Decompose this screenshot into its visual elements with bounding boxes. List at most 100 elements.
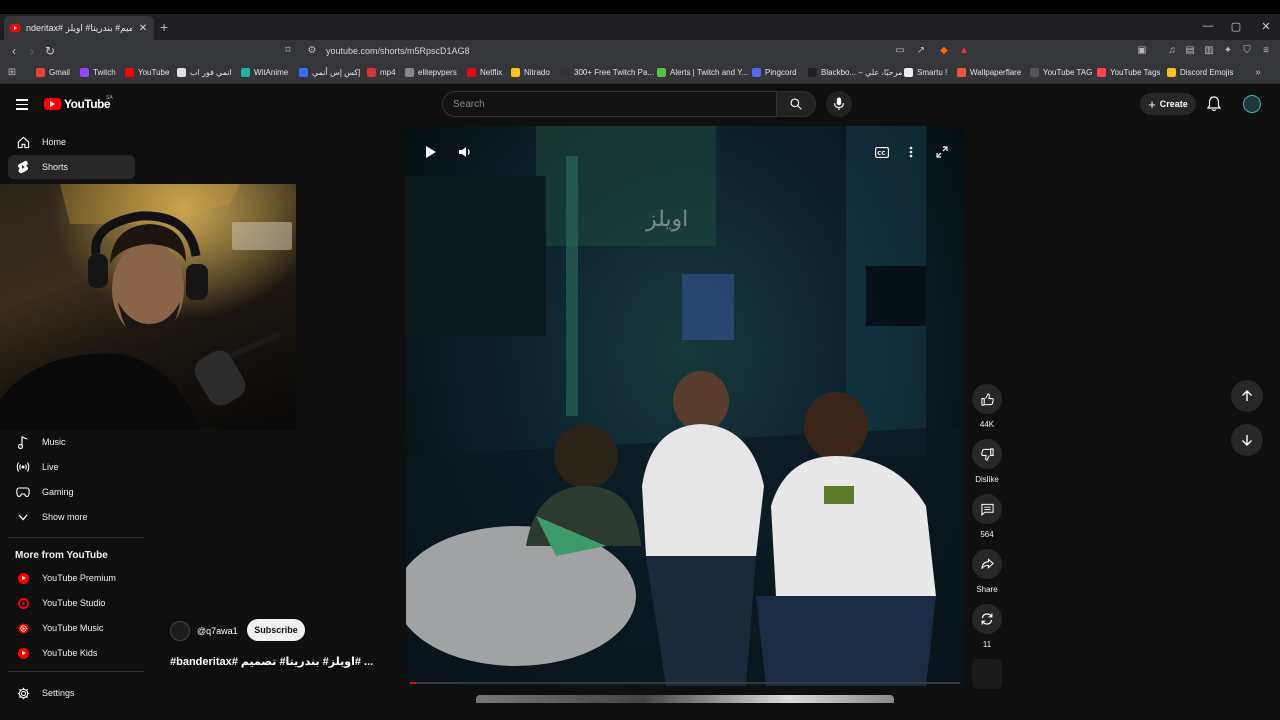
close-window-icon[interactable]: ✕ — [1256, 20, 1276, 33]
bookmark-favicon-icon — [1030, 68, 1039, 77]
maximize-window-icon[interactable]: ▢ — [1226, 20, 1246, 33]
browser-tab[interactable]: nderitax# تصميم# بندريتا# اويلز# ✕ — [4, 16, 154, 40]
bookmark-item[interactable]: 300+ Free Twitch Pa... — [561, 68, 654, 77]
bookmark-item[interactable]: Discord Emojis — [1167, 68, 1233, 77]
fullscreen-button[interactable] — [933, 143, 951, 161]
bookmark-item[interactable]: YouTube TAG — [1030, 68, 1092, 77]
site-info-icon[interactable]: ⚙ — [306, 45, 318, 57]
bookmark-item[interactable]: mp4 — [367, 68, 396, 77]
sidebar-item-music[interactable]: Music — [8, 430, 135, 454]
notifications-bell-icon[interactable] — [1207, 96, 1221, 112]
remix-icon — [981, 613, 993, 625]
leo-ai-icon[interactable]: ✦ — [1222, 45, 1234, 57]
voice-search-button[interactable] — [826, 91, 852, 117]
share-page-icon[interactable]: ↗ — [915, 45, 927, 57]
bookmark-item[interactable]: Twitch — [80, 68, 116, 77]
youtube-logo[interactable]: YouTube — [44, 97, 111, 111]
wallet-icon[interactable]: ▥ — [1203, 45, 1215, 57]
video-progress-bar[interactable] — [410, 682, 960, 684]
vpn-icon[interactable]: ⛉ — [1241, 45, 1253, 57]
account-avatar[interactable] — [1243, 95, 1261, 113]
chevron-down-icon — [16, 510, 30, 524]
search-button[interactable] — [776, 91, 816, 117]
sidebar-item-label: Settings — [42, 688, 75, 698]
reading-list-icon[interactable]: ▤ — [1184, 45, 1196, 57]
reload-icon[interactable]: ↻ — [42, 44, 58, 58]
bookmark-item[interactable]: Gmail — [36, 68, 70, 77]
share-button[interactable] — [972, 549, 1002, 579]
bookmark-item[interactable]: Nitrado — [511, 68, 550, 77]
more-options-button[interactable] — [902, 143, 920, 161]
short-video-player[interactable]: اويلز CC — [406, 126, 964, 686]
back-icon[interactable]: ‹ — [6, 44, 22, 58]
brave-rewards-icon[interactable]: ▲ — [958, 45, 970, 57]
captions-icon: CC — [875, 146, 889, 158]
create-button[interactable]: + Create — [1140, 93, 1196, 115]
close-tab-icon[interactable]: ✕ — [138, 23, 148, 34]
bookmark-item[interactable]: انمي فور اب — [177, 68, 232, 77]
minimize-window-icon[interactable]: — — [1198, 20, 1218, 32]
bookmark-item[interactable]: Wallpaperflare — [957, 68, 1021, 77]
sidebar-divider — [8, 537, 144, 538]
comments-button[interactable] — [972, 494, 1002, 524]
bookmark-item[interactable]: Pingcord — [752, 68, 797, 77]
bookmark-item[interactable]: Smartu ! — [904, 68, 947, 77]
next-short-button[interactable] — [1231, 424, 1263, 456]
arrow-down-icon — [1242, 435, 1252, 446]
dislike-label: Dislike — [975, 475, 999, 484]
bookmark-label: Netflix — [480, 68, 503, 77]
channel-avatar[interactable] — [170, 621, 190, 641]
youtube-studio-icon — [16, 596, 30, 610]
previous-short-button[interactable] — [1231, 380, 1263, 412]
bookmark-item[interactable]: Blackbo... – مرحبًا، علي — [808, 68, 902, 77]
bookmark-label: Blackbo... – مرحبًا، علي — [821, 68, 903, 77]
brave-shield-icon[interactable]: ◆ — [938, 45, 950, 57]
forward-icon[interactable]: › — [24, 44, 40, 58]
bookmark-item[interactable]: YouTube — [125, 68, 169, 77]
volume-button[interactable] — [456, 143, 474, 161]
bookmark-item[interactable]: WitAnime — [241, 68, 288, 77]
bookmark-label: 300+ Free Twitch Pa... — [574, 68, 655, 77]
bookmark-item[interactable]: Alerts | Twitch and Y... — [657, 68, 748, 77]
bookmark-icon[interactable]: ⌑ — [282, 45, 294, 57]
more-bookmarks-icon[interactable]: » — [1252, 67, 1264, 79]
sound-thumbnail[interactable] — [972, 659, 1002, 689]
bookmark-item[interactable]: YouTube Tags — [1097, 68, 1160, 77]
sidebar-item-youtube-music[interactable]: YouTube Music — [8, 616, 135, 640]
sidebar-item-home[interactable]: Home — [8, 130, 135, 154]
menu-icon[interactable]: ≡ — [1260, 45, 1272, 57]
play-button[interactable] — [422, 143, 440, 161]
sidebar-item-label: Music — [42, 437, 66, 447]
sidebar-item-shorts[interactable]: Shorts — [8, 155, 135, 179]
svg-text:CC: CC — [877, 150, 885, 156]
url-field[interactable]: youtube.com/shorts/m5RpscD1AG8 — [326, 46, 470, 56]
sidebar-item-youtube-premium[interactable]: YouTube Premium — [8, 566, 135, 590]
search-box[interactable] — [442, 91, 778, 117]
remix-button[interactable] — [972, 604, 1002, 634]
sidebar-item-label: Live — [42, 462, 59, 472]
apps-grid-icon[interactable]: ⊞ — [6, 67, 18, 79]
dislike-button[interactable] — [972, 439, 1002, 469]
new-tab-button[interactable]: + — [160, 19, 168, 35]
music-icon — [16, 435, 30, 449]
bookmark-item[interactable]: Netflix — [467, 68, 502, 77]
search-input[interactable] — [443, 92, 743, 116]
channel-name[interactable]: @q7awa1 — [197, 626, 238, 636]
sidebar-item-youtube-studio[interactable]: YouTube Studio — [8, 591, 135, 615]
like-button[interactable] — [972, 384, 1002, 414]
subscribe-button[interactable]: Subscribe — [247, 619, 305, 641]
sidebar-item-settings[interactable]: Settings — [8, 681, 135, 705]
sidebar-item-live[interactable]: Live — [8, 455, 135, 479]
sidebar-item-gaming[interactable]: Gaming — [8, 480, 135, 504]
guide-menu-icon[interactable] — [16, 99, 28, 113]
short-title[interactable]: #banderitax# اويلز# بندريتا# تصميم# ... — [170, 655, 373, 668]
bookmark-item[interactable]: إكس إس أنمي — [299, 68, 360, 77]
sidebar-toggle-icon[interactable]: ▣ — [1136, 45, 1148, 57]
bookmark-item[interactable]: elitepvpers — [405, 68, 457, 77]
cast-icon[interactable]: ▭ — [894, 45, 906, 57]
captions-button[interactable]: CC — [873, 143, 891, 161]
plus-icon: + — [1148, 96, 1156, 112]
sidebar-item-show-more[interactable]: Show more — [8, 505, 135, 529]
sidebar-item-youtube-kids[interactable]: YouTube Kids — [8, 641, 135, 665]
media-icon[interactable]: ♫ — [1166, 45, 1178, 57]
